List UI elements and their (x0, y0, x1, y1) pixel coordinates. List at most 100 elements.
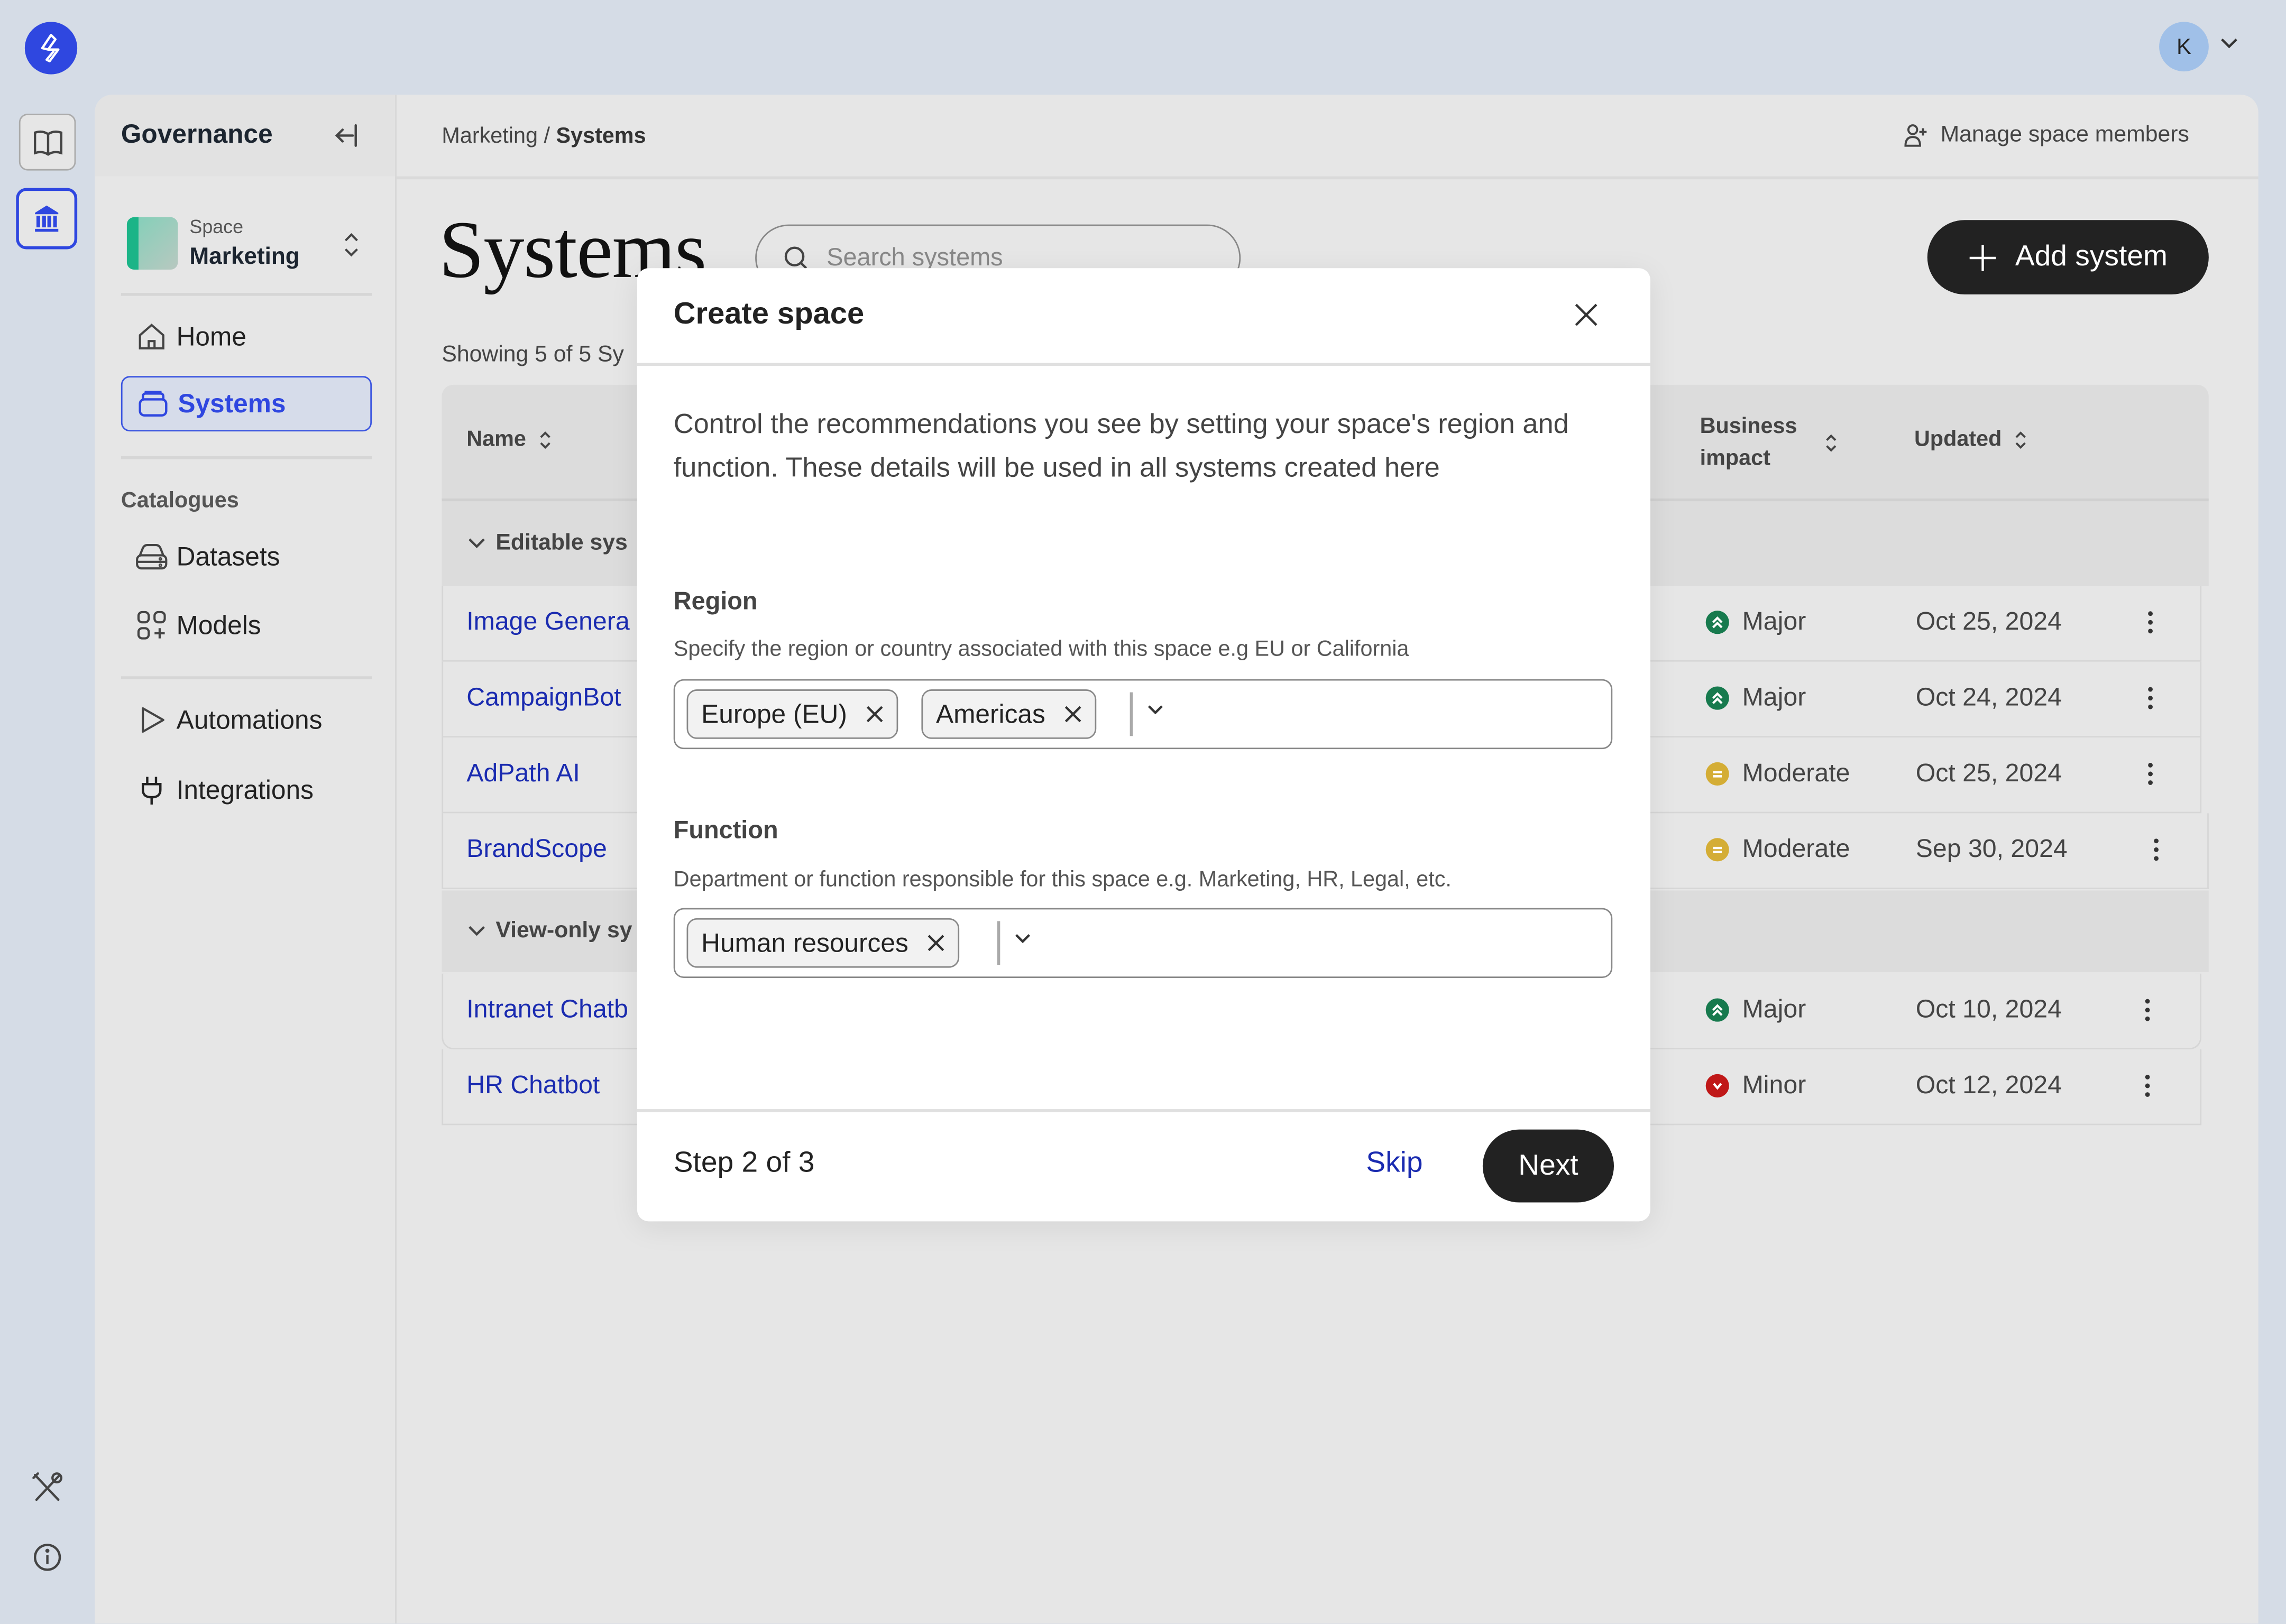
sidebar-item-systems[interactable]: Systems (121, 376, 372, 432)
close-icon (1575, 303, 1598, 326)
manage-space-members-button[interactable]: Manage space members (1903, 123, 2189, 149)
chip-label: Europe (EU) (701, 698, 847, 728)
breadcrumb-separator: / (544, 124, 550, 149)
impact-cell: Moderate (1705, 834, 1850, 864)
home-icon (135, 321, 168, 353)
sidebar-item-label: Home (176, 321, 246, 351)
sidebar-item-integrations[interactable]: Integrations (121, 762, 372, 818)
row-menu-button[interactable] (2143, 997, 2152, 1023)
group-label: Editable sys (495, 530, 628, 556)
updated-date: Oct 10, 2024 (1915, 994, 2062, 1023)
impact-label: Major (1742, 682, 1806, 712)
function-dropdown-toggle[interactable] (1013, 931, 1032, 946)
user-avatar[interactable]: K (2159, 22, 2209, 72)
remove-chip-icon[interactable] (926, 933, 947, 953)
sidebar-item-datasets[interactable]: Datasets (121, 529, 372, 585)
function-chip: Human resources (686, 918, 960, 968)
collapse-sidebar-button[interactable] (333, 123, 359, 149)
more-vertical-icon (2145, 999, 2150, 1021)
governance-rail-button[interactable] (16, 188, 78, 250)
tools-rail-button[interactable] (29, 1469, 66, 1506)
group-label: View-only sy (495, 918, 632, 943)
sidebar-item-label: Models (176, 610, 261, 639)
breadcrumb: Marketing / Systems (442, 124, 646, 149)
column-label-line: impact (1700, 446, 1770, 471)
add-system-label: Add system (2015, 240, 2168, 273)
info-icon (33, 1544, 61, 1571)
tools-icon (32, 1472, 62, 1501)
region-dropdown-toggle[interactable] (1146, 703, 1165, 717)
region-label: Region (673, 587, 758, 615)
app-window: K Governance Space Marketing Home System… (0, 0, 2286, 1624)
row-menu-button[interactable] (2146, 685, 2155, 712)
chevron-down-icon (469, 926, 485, 936)
docs-rail-button[interactable] (19, 114, 76, 171)
space-label: Space (189, 216, 244, 238)
plug-icon (135, 774, 168, 806)
group-toggle[interactable]: Editable sys (466, 531, 628, 557)
remove-chip-icon[interactable] (1063, 704, 1084, 725)
sidebar-item-automations[interactable]: Automations (121, 693, 372, 748)
app-logo[interactable] (24, 22, 78, 75)
column-header-impact[interactable]: Business impact (1700, 411, 1838, 475)
skip-button[interactable]: Skip (1366, 1147, 1422, 1180)
major-impact-icon (1705, 998, 1729, 1021)
row-menu-button[interactable] (2146, 609, 2155, 635)
column-label: Name (466, 427, 526, 452)
impact-label: Major (1742, 994, 1806, 1023)
create-space-dialog: Create space Control the recommendations… (637, 268, 1650, 1222)
user-menu-chevron[interactable] (2219, 36, 2239, 51)
results-count: Showing 5 of 5 Sy (442, 342, 624, 367)
more-vertical-icon (2148, 687, 2153, 709)
system-name-link[interactable]: AdPath AI (466, 758, 580, 789)
column-label: Business impact (1700, 411, 1797, 475)
sidebar-item-models[interactable]: Models (121, 597, 372, 653)
chevron-down-icon (469, 538, 485, 548)
more-vertical-icon (2148, 763, 2153, 785)
system-name-link[interactable]: Image Genera (466, 606, 629, 637)
updated-date: Oct 25, 2024 (1915, 758, 2062, 787)
system-name-link[interactable]: BrandScope (466, 834, 607, 864)
impact-cell: Moderate (1705, 758, 1850, 789)
breadcrumb-current: Systems (556, 124, 646, 149)
avatar-initial: K (2177, 34, 2191, 59)
row-menu-button[interactable] (2143, 1073, 2152, 1099)
sort-icon (540, 430, 550, 448)
minor-impact-icon (1705, 1073, 1729, 1097)
next-button[interactable]: Next (1482, 1129, 1614, 1203)
impact-label: Moderate (1742, 758, 1850, 787)
systems-icon (137, 387, 169, 420)
row-menu-button[interactable] (2146, 761, 2155, 787)
add-system-button[interactable]: Add system (1927, 220, 2209, 294)
space-name[interactable]: Marketing (189, 245, 299, 271)
column-header-name[interactable]: Name (466, 427, 552, 452)
column-header-updated[interactable]: Updated (1914, 427, 2028, 452)
group-toggle[interactable]: View-only sy (466, 918, 632, 945)
remove-chip-icon[interactable] (865, 704, 885, 725)
system-name-link[interactable]: HR Chatbot (466, 1070, 600, 1101)
system-name-link[interactable]: CampaignBot (466, 682, 621, 713)
row-menu-button[interactable] (2152, 837, 2161, 863)
region-select[interactable]: Europe (EU) Americas (673, 679, 1613, 750)
plus-icon (1970, 244, 1997, 271)
sidebar-divider (121, 293, 372, 296)
info-rail-button[interactable] (29, 1539, 66, 1575)
updated-date: Sep 30, 2024 (1915, 834, 2068, 863)
collapse-left-icon (335, 124, 357, 147)
region-help: Specify the region or country associated… (673, 636, 1409, 662)
space-thumbnail (126, 217, 178, 270)
logo-bolt-icon (41, 33, 60, 62)
system-name-link[interactable]: Intranet Chatb (466, 994, 628, 1025)
sidebar-item-home[interactable]: Home (121, 309, 372, 364)
space-switcher[interactable] (341, 230, 362, 260)
column-label: Updated (1914, 427, 2002, 452)
step-indicator: Step 2 of 3 (673, 1147, 815, 1179)
region-chip: Americas (921, 689, 1097, 739)
dialog-header-divider (637, 363, 1650, 365)
impact-label: Major (1742, 606, 1806, 636)
breadcrumb-parent[interactable]: Marketing (442, 124, 538, 149)
sidebar-item-label: Integrations (176, 774, 314, 804)
more-vertical-icon (2148, 611, 2153, 634)
close-dialog-button[interactable] (1570, 299, 1602, 331)
function-select[interactable]: Human resources (673, 908, 1613, 978)
